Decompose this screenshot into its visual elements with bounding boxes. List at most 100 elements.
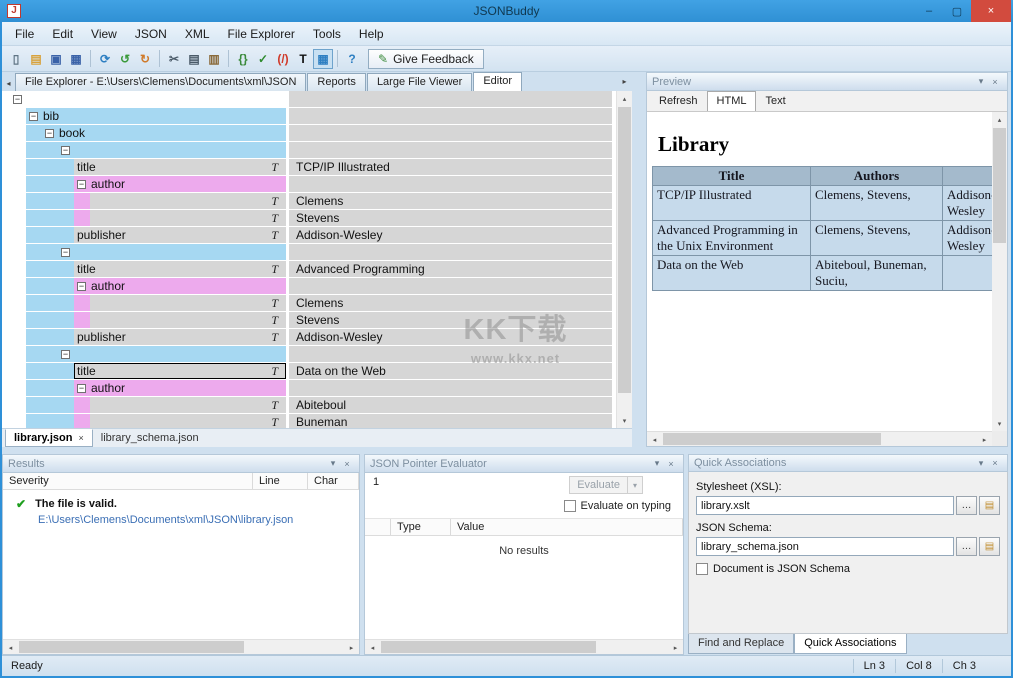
document-tab[interactable]: Reports (307, 73, 366, 91)
preview-vscroll-thumb[interactable] (993, 128, 1006, 243)
panel-close-icon[interactable]: × (988, 458, 1002, 468)
node-value[interactable] (289, 142, 612, 158)
scroll-down-icon[interactable]: ▾ (992, 416, 1007, 431)
scroll-left-icon[interactable]: ◂ (647, 432, 662, 447)
node-value[interactable]: Buneman (289, 414, 612, 428)
menu-item-json[interactable]: JSON (126, 24, 176, 44)
collapse-icon[interactable]: − (61, 146, 70, 155)
invalid-icon[interactable]: (/) (273, 49, 293, 69)
new-file-icon[interactable]: ▯ (6, 49, 26, 69)
scroll-left-icon[interactable]: ◂ (3, 640, 18, 655)
text-view-icon[interactable]: T (293, 49, 313, 69)
tree-node-cell[interactable]: titleT (74, 159, 286, 175)
maximize-button[interactable]: ▢ (943, 0, 971, 22)
result-file-link[interactable]: E:\Users\Clemens\Documents\xml\JSON\libr… (38, 514, 359, 526)
file-tab[interactable]: library_schema.json (93, 429, 207, 447)
node-value[interactable]: Addison-Wesley (289, 227, 612, 243)
node-value[interactable] (289, 346, 612, 362)
save-icon[interactable]: ▣ (46, 49, 66, 69)
stylesheet-open-folder-icon[interactable]: ▤ (979, 496, 1000, 515)
validation-result-row[interactable]: ✔ The file is valid. (3, 497, 359, 511)
collapse-icon[interactable]: − (61, 350, 70, 359)
document-is-schema[interactable]: Document is JSON Schema (696, 563, 1000, 575)
schema-browse-button[interactable]: … (956, 537, 977, 556)
undo-icon[interactable]: ↺ (115, 49, 135, 69)
node-value[interactable]: Data on the Web (289, 363, 612, 379)
node-value[interactable] (289, 125, 612, 141)
redo-icon[interactable]: ↻ (135, 49, 155, 69)
pointer-hscroll-thumb[interactable] (381, 641, 596, 653)
pointer-column-value[interactable]: Value (451, 519, 683, 535)
node-value[interactable]: TCP/IP Illustrated (289, 159, 612, 175)
results-column-severity[interactable]: Severity (3, 473, 253, 489)
node-value[interactable]: Clemens (289, 193, 612, 209)
tree-node-cell[interactable]: − (10, 91, 286, 107)
collapse-icon[interactable]: − (61, 248, 70, 257)
cut-icon[interactable]: ✂ (164, 49, 184, 69)
node-value[interactable] (289, 108, 612, 124)
schema-input[interactable] (696, 537, 954, 556)
preview-tab-text[interactable]: Text (756, 92, 794, 111)
panel-menu-icon[interactable]: ▾ (326, 458, 340, 469)
close-button[interactable]: × (971, 0, 1011, 22)
evaluate-button[interactable]: Evaluate ▾ (569, 476, 643, 494)
menu-item-edit[interactable]: Edit (43, 24, 82, 44)
node-value[interactable] (289, 176, 612, 192)
stylesheet-input[interactable] (696, 496, 954, 515)
open-folder-icon[interactable]: ▤ (26, 49, 46, 69)
node-value[interactable]: Stevens (289, 312, 612, 328)
stylesheet-browse-button[interactable]: … (956, 496, 977, 515)
tree-node-cell[interactable]: −author (74, 176, 286, 192)
preview-tab-refresh[interactable]: Refresh (650, 92, 707, 111)
node-value[interactable]: Advanced Programming (289, 261, 612, 277)
tree-node-cell[interactable]: titleT (74, 363, 286, 379)
panel-menu-icon[interactable]: ▾ (650, 458, 664, 469)
document-tab[interactable]: File Explorer - E:\Users\Clemens\Documen… (15, 73, 306, 91)
menu-item-file-explorer[interactable]: File Explorer (219, 24, 304, 44)
copy-icon[interactable]: ▤ (184, 49, 204, 69)
tree-node-cell[interactable]: T (90, 210, 286, 226)
tree-node-cell[interactable]: − (58, 244, 286, 260)
evaluate-on-typing-checkbox[interactable] (564, 500, 576, 512)
tree-node-cell[interactable]: T (90, 312, 286, 328)
tree-node-cell[interactable]: −book (42, 125, 286, 141)
scroll-up-icon[interactable]: ▴ (992, 112, 1007, 127)
refresh-icon[interactable]: ⟳ (95, 49, 115, 69)
menu-item-view[interactable]: View (82, 24, 126, 44)
grid-view-icon[interactable]: ▦ (313, 49, 333, 69)
panel-tab-quick-associations[interactable]: Quick Associations (794, 634, 906, 654)
tree-node-cell[interactable]: publisherT (74, 329, 286, 345)
results-column-line[interactable]: Line (253, 473, 308, 489)
pointer-column-type[interactable]: Type (391, 519, 451, 535)
wellformed-check-icon[interactable]: {} (233, 49, 253, 69)
node-value[interactable]: Addison-Wesley (289, 329, 612, 345)
node-value[interactable]: Abiteboul (289, 397, 612, 413)
tree-node-cell[interactable]: titleT (74, 261, 286, 277)
collapse-icon[interactable]: − (13, 95, 22, 104)
document-tab[interactable]: Large File Viewer (367, 73, 472, 91)
tree-node-cell[interactable]: T (90, 397, 286, 413)
minimize-button[interactable]: – (915, 0, 943, 22)
tab-scroll-left-icon[interactable]: ◂ (2, 75, 15, 91)
node-value[interactable] (289, 278, 612, 294)
panel-menu-icon[interactable]: ▾ (974, 458, 988, 469)
document-tab[interactable]: Editor (473, 72, 522, 91)
file-tab[interactable]: library.json× (5, 429, 93, 447)
collapse-icon[interactable]: − (77, 180, 86, 189)
document-is-schema-checkbox[interactable] (696, 563, 708, 575)
tree-node-cell[interactable]: −bib (26, 108, 286, 124)
evaluate-on-typing[interactable]: Evaluate on typing (564, 500, 671, 512)
tree-node-cell[interactable]: − (58, 346, 286, 362)
collapse-icon[interactable]: − (77, 282, 86, 291)
tab-scroll-right-icon[interactable]: ▸ (618, 73, 631, 89)
pointer-expression-input[interactable] (387, 475, 567, 493)
menu-item-tools[interactable]: Tools (304, 24, 350, 44)
tree-node-cell[interactable]: −author (74, 278, 286, 294)
scroll-down-icon[interactable]: ▾ (617, 413, 632, 428)
node-value[interactable]: Clemens (289, 295, 612, 311)
menu-item-help[interactable]: Help (350, 24, 393, 44)
panel-close-icon[interactable]: × (664, 459, 678, 469)
editor-scroll-thumb[interactable] (618, 107, 631, 393)
scroll-right-icon[interactable]: ▸ (668, 640, 683, 655)
help-icon[interactable]: ? (342, 49, 362, 69)
